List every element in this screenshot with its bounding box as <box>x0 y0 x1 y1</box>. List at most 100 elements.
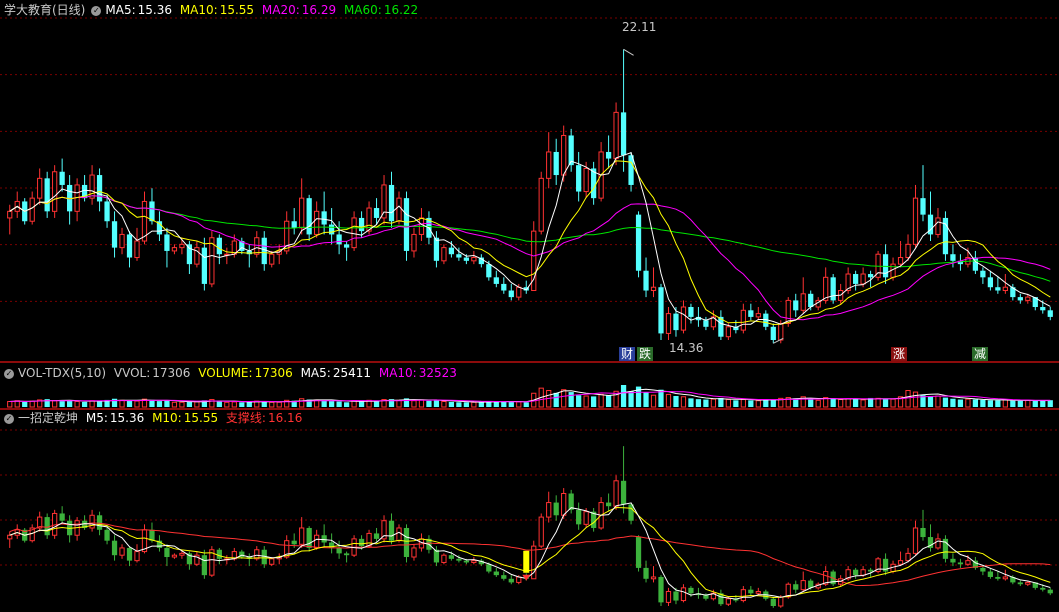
volume-bar-down <box>1017 400 1023 407</box>
volume-bar-down <box>620 385 627 407</box>
m10-value: 15.55 <box>183 411 219 425</box>
indicator-candle-down <box>96 515 103 530</box>
volume-bar-up <box>890 398 896 408</box>
price-candle-down <box>216 237 222 255</box>
price-candle-up <box>680 306 687 331</box>
volume-bar-down <box>591 396 597 407</box>
price-candle-up <box>171 247 178 252</box>
volume-bar-up <box>935 395 941 408</box>
volume-bar-down <box>927 396 934 407</box>
price-candle-down <box>448 247 455 255</box>
price-panel[interactable]: 学大教育(日线) ✓ MA5: 15.36 MA10: 15.55 MA20: 16.29… <box>0 0 1059 361</box>
indicator-candle-down <box>306 527 312 548</box>
volume-bar-up <box>269 401 275 408</box>
price-candle-up <box>471 257 477 262</box>
indicator-candle-down <box>1040 587 1046 590</box>
price-candle-up <box>516 286 522 298</box>
price-candle-up <box>1002 286 1008 292</box>
price-candle-down <box>306 198 312 235</box>
candlestick-chart[interactable] <box>0 0 1059 360</box>
volume-bar-up <box>396 399 402 408</box>
volume-bar-up <box>29 400 35 408</box>
price-candle-down <box>1040 307 1046 311</box>
volume-bar-up <box>276 401 282 408</box>
price-candle-down <box>456 254 462 258</box>
volume-bar-up <box>875 397 881 408</box>
volume-bar-down <box>67 400 73 407</box>
volume-label: VOLUME: <box>198 366 253 380</box>
price-candle-down <box>164 234 170 251</box>
event-tag-fall[interactable]: 跌 <box>637 347 654 361</box>
price-candle-up <box>650 286 657 292</box>
price-candle-down <box>388 184 395 222</box>
price-header: 学大教育(日线) ✓ MA5: 15.36 MA10: 15.55 MA20: 16.29… <box>4 2 422 18</box>
m5-label: M5: <box>85 411 108 425</box>
event-tag-finance[interactable]: 财 <box>619 347 636 361</box>
price-candle-up <box>583 167 589 193</box>
volume-bar-down <box>149 399 155 407</box>
volume-bar-down <box>456 402 462 407</box>
price-candle-down <box>336 234 342 245</box>
price-candle-down <box>643 270 649 291</box>
indicator-candle-up <box>1025 581 1031 585</box>
price-candle-down <box>920 198 926 215</box>
volume-bar-down <box>830 398 836 407</box>
indicator-candle-down <box>748 589 754 594</box>
price-candle-down <box>995 287 1001 291</box>
indicator-candle-up <box>583 511 589 525</box>
indicator-panel[interactable]: ✓ 一招定乾坤 M5: 15.36 M10: 15.55 支撑线: 16.16 <box>0 410 1059 612</box>
indicator-candle-up <box>366 532 372 547</box>
volume-bar-down <box>246 401 252 407</box>
indicator-candle-down <box>987 571 993 577</box>
price-candle-up <box>299 197 305 229</box>
indicator-settings-icon[interactable]: ✓ <box>4 413 14 424</box>
volume-bar-up <box>89 400 95 408</box>
indicator-candle-down <box>643 567 649 579</box>
volume-bar-down <box>808 399 814 407</box>
volume-bar-up <box>725 399 731 408</box>
indicator-candle-up <box>897 560 904 565</box>
volume-bar-down <box>239 402 245 407</box>
volume-bar-up <box>411 400 417 408</box>
volume-bar-up <box>860 399 866 408</box>
volume-settings-icon[interactable]: ✓ <box>4 368 14 379</box>
volume-bar-down <box>126 400 133 407</box>
stock-title[interactable]: 学大教育(日线) <box>4 3 85 17</box>
volume-bar-down <box>643 392 649 407</box>
indicator-chart[interactable] <box>0 410 1059 612</box>
volume-bar-up <box>471 401 477 408</box>
indicator-candle-down <box>403 527 410 558</box>
m10-label: M10: <box>152 411 182 425</box>
volume-bar-down <box>216 401 222 407</box>
indicator-candle-up <box>965 560 971 565</box>
indicator-candle-down <box>373 533 380 539</box>
volume-bar-up <box>74 401 80 408</box>
indicator-candle-up <box>471 560 477 563</box>
volume-bar-down <box>463 402 469 407</box>
indicator-candle-up <box>411 547 417 558</box>
indicator-candle-up <box>680 587 687 602</box>
event-tag-reduce[interactable]: 减 <box>972 347 989 361</box>
vol-title[interactable]: VOL-TDX(5,10) <box>18 366 106 380</box>
volume-bar-up <box>965 398 971 408</box>
price-candle-down <box>950 254 956 261</box>
settings-circle-icon[interactable]: ✓ <box>91 5 102 16</box>
price-candle-up <box>725 326 731 338</box>
price-candle-up <box>935 217 941 235</box>
indicator-candle-up <box>1002 576 1008 580</box>
volume-bar-down <box>688 398 694 407</box>
volume-bar-down <box>508 401 514 407</box>
volume-bar-down <box>853 399 859 407</box>
volume-bar-down <box>186 401 193 407</box>
m5-value: 15.36 <box>109 411 145 425</box>
volume-bar-down <box>673 396 679 407</box>
indicator-title[interactable]: 一招定乾坤 <box>18 411 78 425</box>
volume-bar-up <box>516 401 522 408</box>
price-candle-up <box>29 197 35 222</box>
volume-panel[interactable]: ✓ VOL-TDX(5,10) VVOL: 17306 VOLUME: 17306 M… <box>0 363 1059 409</box>
volume-bar-down <box>628 391 634 407</box>
event-tag-rise[interactable]: 涨 <box>891 347 908 361</box>
vvol-label: VVOL: <box>113 366 151 380</box>
price-candle-down <box>605 151 612 159</box>
price-candle-down <box>635 214 642 271</box>
